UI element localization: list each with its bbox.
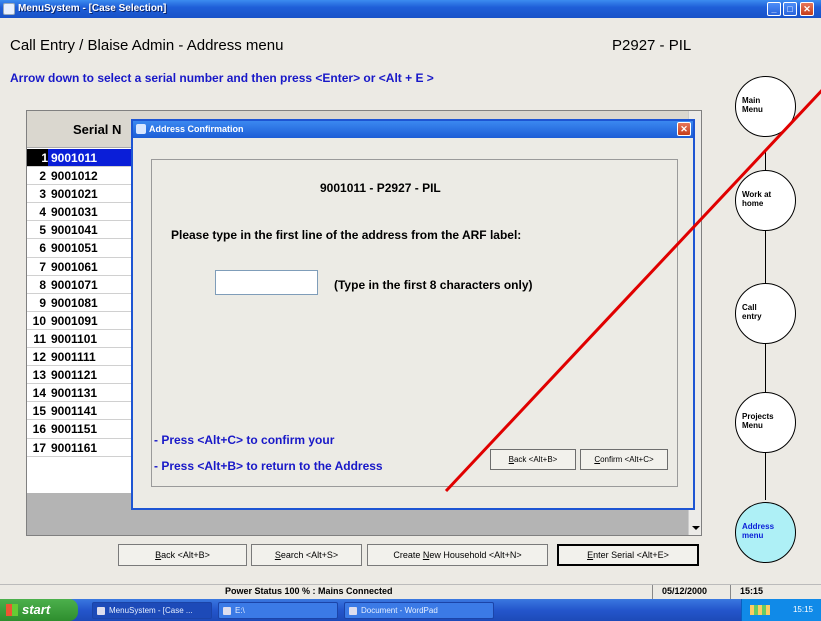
dialog-app-icon [136, 124, 146, 134]
dialog-confirm-button[interactable]: Confirm <Alt+C> [580, 449, 668, 470]
serial-number[interactable]: 9001081 [51, 296, 98, 310]
power-status: Power Status 100 % : Mains Connected [225, 586, 393, 596]
row-number: 4 [39, 205, 46, 220]
back-button[interactable]: Back <Alt+B> [118, 544, 247, 566]
serial-number[interactable]: 9001012 [51, 169, 98, 183]
system-tray: 15:15 [741, 599, 821, 621]
serial-number[interactable]: 9001161 [51, 441, 97, 455]
row-number: 12 [32, 350, 46, 365]
row-number: 5 [39, 223, 46, 238]
scroll-down-icon[interactable] [692, 526, 700, 530]
row-number: 15 [32, 404, 46, 419]
close-button[interactable]: ✕ [800, 2, 814, 16]
minimize-button[interactable]: _ [767, 2, 781, 16]
nav-main-menu[interactable]: Main Menu [735, 76, 796, 137]
nav-projects-menu[interactable]: Projects Menu [735, 392, 796, 453]
confirm-instruction: - Press <Alt+C> to confirm your [154, 433, 335, 447]
taskbar-clock[interactable]: 15:15 [793, 605, 813, 614]
case-label: 9001011 - P2927 - PIL [320, 181, 441, 195]
page-title: Call Entry / Blaise Admin - Address menu [10, 37, 284, 54]
status-separator [730, 585, 731, 599]
search-button[interactable]: Search <Alt+S> [251, 544, 362, 566]
dialog-close-button[interactable]: ✕ [677, 122, 691, 136]
nav-work-at-home[interactable]: Work at home [735, 170, 796, 231]
folder-icon [223, 607, 231, 615]
status-bar: Power Status 100 % : Mains Connected 05/… [0, 584, 821, 599]
status-separator [652, 585, 653, 599]
taskbar-item-wordpad[interactable]: Document - WordPad [344, 602, 494, 619]
taskbar-item-menusystem[interactable]: MenuSystem - [Case ... [92, 602, 212, 619]
windows-taskbar: start MenuSystem - [Case ... E:\ Documen… [0, 599, 821, 621]
serial-number[interactable]: 9001091 [51, 314, 98, 328]
enter-serial-button[interactable]: Enter Serial <Alt+E> [557, 544, 699, 566]
create-new-household-button[interactable]: Create New Household <Alt+N> [367, 544, 548, 566]
start-button[interactable]: start [0, 599, 78, 621]
status-time: 15:15 [740, 586, 764, 596]
menusystem-window: MenuSystem - [Case Selection] _ □ ✕ Call… [0, 0, 821, 621]
window-titlebar[interactable]: MenuSystem - [Case Selection] _ □ ✕ [0, 0, 821, 18]
serial-number[interactable]: 9001061 [51, 260, 98, 274]
row-number: 2 [39, 169, 46, 184]
row-number: 17 [32, 440, 46, 455]
serial-number[interactable]: 9001151 [51, 422, 97, 436]
tray-icons[interactable] [750, 605, 770, 615]
row-number: 9 [39, 295, 46, 310]
serial-number[interactable]: 9001071 [51, 278, 98, 292]
taskbar-item-explorer[interactable]: E:\ [218, 602, 338, 619]
serial-column-header[interactable]: Serial N [73, 122, 121, 137]
dialog-title: Address Confirmation [149, 124, 244, 134]
back-instruction: - Press <Alt+B> to return to the Address [154, 459, 383, 473]
row-number: 3 [39, 187, 46, 202]
app-icon [3, 3, 15, 15]
window-icon [97, 607, 105, 615]
row-number: 8 [39, 277, 46, 292]
status-date: 05/12/2000 [662, 586, 708, 596]
address-prompt: Please type in the first line of the add… [171, 228, 522, 242]
nav-address-menu[interactable]: Address menu [735, 502, 796, 563]
row-number: 10 [32, 313, 46, 328]
serial-number[interactable]: 9001111 [51, 350, 96, 364]
windows-flag-icon [6, 604, 18, 616]
row-number: 13 [32, 368, 46, 383]
instruction-text: Arrow down to select a serial number and… [10, 71, 434, 85]
serial-number[interactable]: 9001101 [51, 332, 97, 346]
serial-number[interactable]: 9001031 [51, 205, 98, 219]
row-number: 1 [27, 149, 48, 166]
dialog-back-button[interactable]: Back <Alt+B> [490, 449, 576, 470]
dialog-titlebar[interactable]: Address Confirmation ✕ [133, 121, 693, 138]
window-title: MenuSystem - [Case Selection] [18, 3, 167, 14]
address-input[interactable] [215, 270, 318, 295]
serial-number[interactable]: 9001051 [51, 241, 98, 255]
input-hint: (Type in the first 8 characters only) [334, 278, 533, 292]
row-number: 16 [32, 422, 46, 437]
maximize-button[interactable]: □ [783, 2, 797, 16]
row-number: 7 [39, 259, 46, 274]
row-number: 6 [39, 241, 46, 256]
serial-number[interactable]: 9001131 [51, 386, 97, 400]
serial-number[interactable]: 9001141 [51, 404, 97, 418]
wordpad-icon [349, 607, 357, 615]
row-number: 14 [32, 386, 46, 401]
serial-number[interactable]: 9001041 [51, 223, 98, 237]
serial-number[interactable]: 9001121 [51, 368, 97, 382]
serial-number[interactable]: 9001021 [51, 187, 98, 201]
row-number: 11 [33, 331, 46, 346]
project-code: P2927 - PIL [612, 37, 692, 54]
nav-call-entry[interactable]: Call entry [735, 283, 796, 344]
